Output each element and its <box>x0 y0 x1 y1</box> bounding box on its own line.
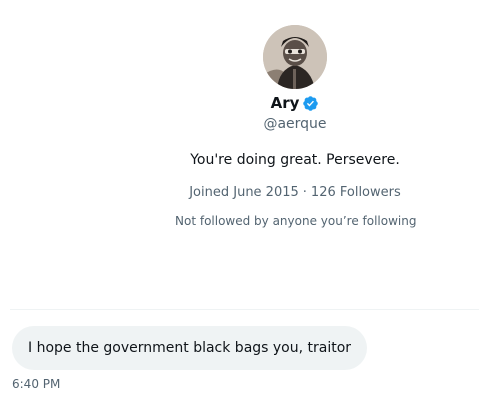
joined-date: Joined June 2015 <box>189 185 299 200</box>
received-message-bubble[interactable]: I hope the government black bags you, tr… <box>12 326 368 370</box>
profile-meta: Joined June 2015 · 126 Followers <box>175 184 415 202</box>
profile-handle[interactable]: @aerque <box>175 115 415 133</box>
profile-name-row: Ary <box>175 93 415 113</box>
verified-badge-icon <box>302 95 319 112</box>
message-text: I hope the government black bags you, tr… <box>28 340 352 356</box>
profile-name[interactable]: Ary <box>271 94 300 112</box>
avatar-image <box>263 25 327 89</box>
mutual-follow-note: Not followed by anyone you’re following <box>175 214 417 228</box>
followers-count[interactable]: 126 Followers <box>311 185 401 200</box>
message-timestamp: 6:40 PM <box>12 377 61 391</box>
profile-bio: You're doing great. Persevere. <box>190 152 400 168</box>
meta-separator: · <box>302 185 307 200</box>
divider <box>10 309 479 310</box>
avatar[interactable] <box>263 25 327 89</box>
profile-card: Ary @aerque You're doing great. Persever… <box>175 25 417 229</box>
